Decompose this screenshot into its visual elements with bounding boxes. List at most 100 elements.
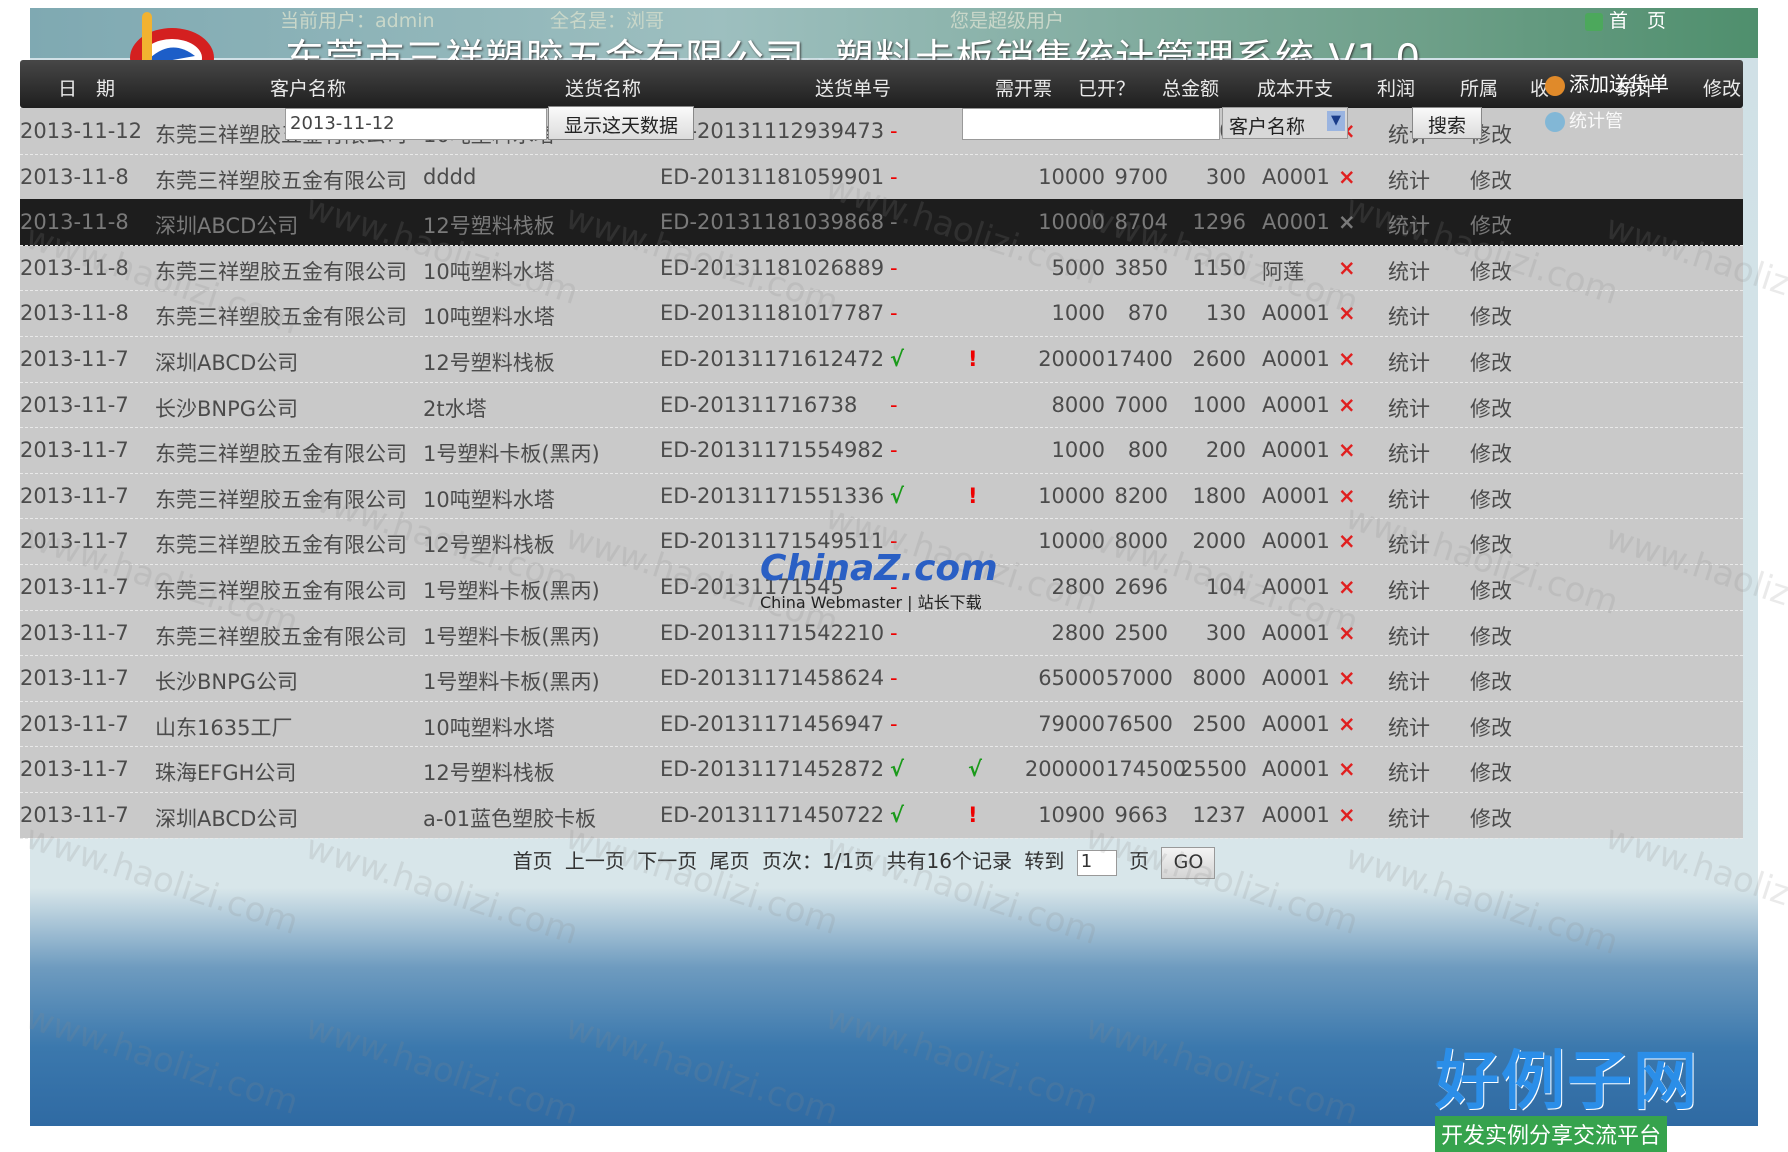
table-row[interactable]: 2013-11-8 东莞三祥塑胶五金有限公司 dddd ED-201311810599…	[20, 154, 1743, 201]
edit-link[interactable]: 修改	[1470, 575, 1512, 605]
collect-icon[interactable]: ×	[1338, 301, 1356, 325]
pager-first[interactable]: 首页	[513, 849, 553, 873]
table-row[interactable]: 2013-11-7 深圳ABCD公司 12号塑料栈板 ED-2013117161247…	[20, 336, 1743, 383]
edit-link[interactable]: 修改	[1470, 165, 1512, 195]
table-row[interactable]: 2013-11-7 东莞三祥塑胶五金有限公司 1号塑料卡板(黑丙) ED-201311…	[20, 427, 1743, 474]
stat-link[interactable]: 统计	[1388, 803, 1430, 833]
cell-invoice: -	[890, 210, 898, 235]
cell-invoice: √	[890, 483, 905, 508]
stat-link[interactable]: 统计	[1388, 621, 1430, 651]
stat-link[interactable]: 统计	[1388, 165, 1430, 195]
stat-link[interactable]: 统计	[1388, 301, 1430, 331]
go-button[interactable]: GO	[1161, 846, 1216, 879]
collect-icon[interactable]: ×	[1338, 666, 1356, 690]
edit-link[interactable]: 修改	[1470, 484, 1512, 514]
cell-cost: 8200	[1114, 483, 1168, 508]
pager-last[interactable]: 尾页	[710, 849, 750, 873]
edit-link[interactable]: 修改	[1470, 757, 1512, 787]
page-number-input[interactable]: 1	[1076, 849, 1117, 876]
edit-link[interactable]: 修改	[1470, 621, 1512, 651]
table-row[interactable]: 2013-11-7 长沙BNPG公司 1号塑料卡板(黑丙) ED-2013117145…	[20, 655, 1743, 702]
edit-link[interactable]: 修改	[1470, 210, 1512, 240]
stat-link[interactable]: 统计	[1388, 393, 1430, 423]
collect-icon[interactable]: ×	[1338, 393, 1356, 417]
add-delivery-link[interactable]: 添加送货单	[1545, 68, 1669, 97]
table-row[interactable]: 2013-11-7 长沙BNPG公司 2t水塔 ED-201311716738 - 800…	[20, 382, 1743, 429]
cell-item: 12号塑料栈板	[423, 761, 555, 786]
collect-icon[interactable]: ×	[1338, 210, 1356, 234]
stat-link[interactable]: 统计	[1388, 438, 1430, 468]
collect-icon[interactable]: ×	[1338, 621, 1356, 645]
cell-date: 2013-11-7	[20, 575, 129, 599]
cell-item: 12号塑料栈板	[423, 533, 555, 558]
search-input[interactable]	[962, 108, 1220, 140]
haolizi-watermark: 好例子网 开发实例分享交流平台	[1435, 1030, 1699, 1152]
table-row[interactable]: 2013-11-7 东莞三祥塑胶五金有限公司 1号塑料卡板(黑丙) ED-201311…	[20, 610, 1743, 657]
collect-icon[interactable]: ×	[1338, 256, 1356, 280]
table-row[interactable]: 2013-11-7 东莞三祥塑胶五金有限公司 10吨塑料水塔 ED-201311715…	[20, 473, 1743, 520]
collect-icon[interactable]: ×	[1338, 438, 1356, 462]
collect-icon[interactable]: ×	[1338, 165, 1356, 189]
stat-link[interactable]: 统计	[1388, 256, 1430, 286]
cell-invoice: √	[890, 803, 905, 827]
table-row[interactable]: 2013-11-12东莞三祥塑胶五金有限公司10吨塑料水塔ED-20131112…	[20, 108, 1743, 155]
pager-next[interactable]: 下一页	[637, 849, 697, 873]
cell-invoice: -	[890, 438, 898, 463]
cell-owner: A0001	[1262, 620, 1330, 645]
cell-customer: 长沙BNPG公司	[155, 396, 299, 421]
cell-item: dddd	[423, 164, 477, 189]
date-filter-input[interactable]: 2013-11-12	[285, 108, 547, 140]
cell-customer: 东莞三祥塑胶五金有限公司	[155, 533, 407, 558]
cell-profit: 130	[1205, 301, 1246, 326]
pager-prev[interactable]: 上一页	[565, 849, 625, 873]
table-row[interactable]: 2013-11-7 山东1635工厂 10吨塑料水塔 ED-2013117145694…	[20, 701, 1743, 748]
cell-total: 200000	[1024, 757, 1105, 782]
stat-link[interactable]: 统计	[1388, 757, 1430, 787]
cell-customer: 深圳ABCD公司	[155, 807, 299, 831]
edit-link[interactable]: 修改	[1470, 529, 1512, 559]
stats-manage-link[interactable]: 统计管	[1545, 107, 1623, 133]
cell-profit: 200	[1205, 438, 1246, 463]
search-field-select[interactable]: 客户名称 ▼	[1222, 107, 1348, 139]
cell-number: ED-20131171458624	[660, 666, 885, 691]
stat-link[interactable]: 统计	[1388, 210, 1430, 240]
add-icon	[1545, 75, 1565, 96]
stat-link[interactable]: 统计	[1388, 484, 1430, 514]
collect-icon[interactable]: ×	[1338, 575, 1356, 599]
stat-link[interactable]: 统计	[1388, 347, 1430, 377]
collect-icon[interactable]: ×	[1338, 529, 1356, 553]
home-link[interactable]: 首 页	[1585, 8, 1666, 33]
table-row[interactable]: 2013-11-8 东莞三祥塑胶五金有限公司 10吨塑料水塔 ED-201311810…	[20, 245, 1743, 292]
table-row[interactable]: 2013-11-7 深圳ABCD公司 a-01蓝色塑胶卡板 ED-2013117145…	[20, 792, 1743, 839]
collect-icon[interactable]: ×	[1338, 803, 1356, 827]
edit-link[interactable]: 修改	[1470, 393, 1512, 423]
edit-link[interactable]: 修改	[1470, 438, 1512, 468]
col-done: 已开？	[1078, 78, 1136, 100]
collect-icon[interactable]: ×	[1338, 347, 1356, 371]
stat-link[interactable]: 统计	[1388, 666, 1430, 696]
stat-link[interactable]: 统计	[1388, 575, 1430, 605]
show-day-button[interactable]: 显示这天数据	[548, 106, 694, 140]
table-row[interactable]: 2013-11-8 东莞三祥塑胶五金有限公司 10吨塑料水塔 ED-201311810…	[20, 290, 1743, 337]
cell-owner: A0001	[1262, 529, 1330, 554]
edit-link[interactable]: 修改	[1470, 301, 1512, 331]
cell-owner: 阿莲	[1262, 259, 1304, 284]
cell-item: 2t水塔	[423, 396, 487, 421]
table-row[interactable]: 2013-11-8 深圳ABCD公司 12号塑料栈板 ED-2013118103986…	[20, 199, 1743, 246]
collect-icon[interactable]: ×	[1338, 712, 1356, 736]
cell-done: !	[968, 347, 978, 371]
cell-cost: 57000	[1106, 666, 1173, 691]
cell-owner: A0001	[1262, 757, 1330, 782]
collect-icon[interactable]: ×	[1338, 484, 1356, 508]
edit-link[interactable]: 修改	[1470, 347, 1512, 377]
stat-link[interactable]: 统计	[1388, 529, 1430, 559]
collect-icon[interactable]: ×	[1338, 757, 1356, 781]
stat-link[interactable]: 统计	[1388, 712, 1430, 742]
edit-link[interactable]: 修改	[1470, 803, 1512, 833]
edit-link[interactable]: 修改	[1470, 712, 1512, 742]
edit-link[interactable]: 修改	[1470, 666, 1512, 696]
cell-cost: 870	[1127, 301, 1168, 326]
search-button[interactable]: 搜索	[1412, 107, 1482, 139]
table-row[interactable]: 2013-11-7 珠海EFGH公司 12号塑料栈板 ED-2013117145287…	[20, 746, 1743, 793]
edit-link[interactable]: 修改	[1470, 256, 1512, 286]
